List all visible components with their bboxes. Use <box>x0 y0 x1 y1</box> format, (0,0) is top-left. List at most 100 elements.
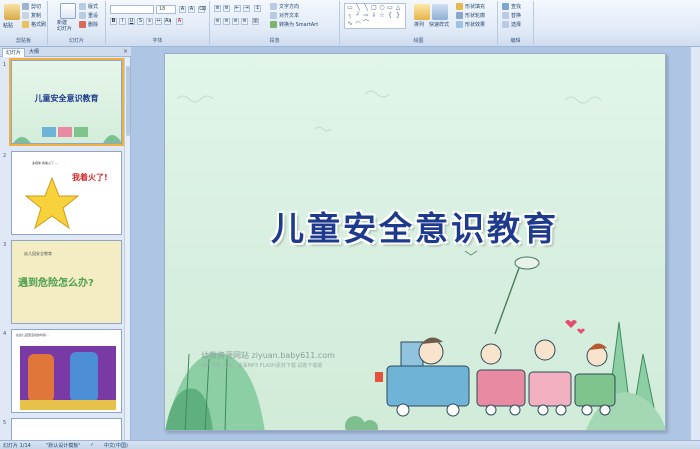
tab-outline[interactable]: 大纲 <box>26 48 42 57</box>
thumb-number: 3 <box>3 242 7 248</box>
binoculars-icon <box>502 3 509 10</box>
new-slide-button[interactable]: 新建 幻灯片 <box>57 20 72 32</box>
line-shape-icon[interactable]: ╲ <box>354 4 362 11</box>
star-illustration <box>24 176 80 230</box>
rect3-shape-icon[interactable]: ▭ <box>386 4 394 11</box>
status-bar: 幻灯片 1/14 "默认设计模板" ✓ 中文(中国) <box>0 440 700 449</box>
callout-shape-icon[interactable]: ◠ <box>354 20 362 27</box>
replace-button[interactable]: 替换 <box>502 12 521 19</box>
clipboard-label: 剪贴板 <box>15 38 31 44</box>
pane-scrollbar[interactable] <box>124 58 130 440</box>
line-spacing-button[interactable]: ↕ <box>254 5 261 12</box>
quick-styles-icon[interactable] <box>432 4 448 20</box>
thumb-small-text: 多媒体·我着火了·... <box>32 161 58 165</box>
shadow-button[interactable]: s <box>146 18 153 25</box>
rect2-shape-icon[interactable]: □ <box>370 4 378 11</box>
shrink-font-button[interactable]: A <box>188 6 195 13</box>
triangle-shape-icon[interactable]: △ <box>394 4 402 11</box>
fill-icon <box>456 3 463 10</box>
copy-button[interactable]: 复制 <box>22 12 41 19</box>
replace-icon <box>502 12 509 19</box>
italic-button[interactable]: I <box>119 18 126 25</box>
elbow-shape-icon[interactable]: ┐ <box>346 12 354 19</box>
arrange-button[interactable]: 排列 <box>414 21 424 28</box>
language-indicator[interactable]: 中文(中国) <box>104 442 128 449</box>
align-center-button[interactable]: ≡ <box>223 18 230 25</box>
slide-thumbnail-3[interactable]: 幼儿园安全教育 遇到危险怎么办? <box>11 240 122 324</box>
shapes-gallery[interactable]: ▭ ╲ ╲ □ ○ ▭ △ ┐ ┘ ⇨ ⇩ ☆ { } ∿ ◠ ⌒ <box>344 3 406 29</box>
delete-button[interactable]: 删除 <box>79 21 98 28</box>
curve-shape-icon[interactable]: ∿ <box>346 20 354 27</box>
grow-font-button[interactable]: A <box>179 6 186 13</box>
thumb-number: 2 <box>3 153 7 159</box>
underline-button[interactable]: U <box>128 18 135 25</box>
align-right-button[interactable]: ≡ <box>232 18 239 25</box>
bold-button[interactable]: B <box>110 18 117 25</box>
new-slide-icon[interactable] <box>60 3 76 19</box>
slide-thumbnail-5[interactable] <box>11 418 122 440</box>
bullets-button[interactable]: ≡ <box>214 5 221 12</box>
case-button[interactable]: Aa <box>164 18 171 25</box>
vertical-scrollbar[interactable] <box>690 47 700 440</box>
decrease-indent-button[interactable]: ⇤ <box>234 5 241 12</box>
elbow2-shape-icon[interactable]: ┘ <box>354 12 362 19</box>
thumb-illustration <box>20 346 116 410</box>
theme-name[interactable]: "默认设计模板" <box>46 442 81 449</box>
spell-check-icon[interactable]: ✓ <box>90 442 94 448</box>
spacing-button[interactable]: ↔ <box>155 18 162 25</box>
paste-icon[interactable] <box>4 4 20 20</box>
clear-format-button[interactable]: ⌫ <box>198 6 206 13</box>
close-icon[interactable]: × <box>123 48 128 55</box>
format-painter-button[interactable]: 格式刷 <box>22 21 46 28</box>
slide-thumbnail-4[interactable]: 在幼儿园里活动的时候... <box>11 329 122 413</box>
thumb-number: 4 <box>3 331 7 337</box>
rect-shape-icon[interactable]: ▭ <box>346 4 354 11</box>
pane-tabs: 幻灯片 大纲 × <box>0 47 131 57</box>
font-color-button[interactable]: A <box>176 18 183 25</box>
pane-scroll-thumb[interactable] <box>126 66 130 136</box>
arrange-icon[interactable] <box>414 4 430 20</box>
columns-button[interactable]: ▥ <box>252 18 259 25</box>
slide-canvas[interactable]: 儿童安全意识教育 幼教资源网站 ziyuan.baby611.com 课件下载 … <box>164 53 666 431</box>
find-button[interactable]: 查找 <box>502 3 521 10</box>
font-label: 字体 <box>152 38 163 44</box>
shape-effects-button[interactable]: 形状效果 <box>456 21 485 28</box>
layout-icon <box>79 3 86 10</box>
star-shape-icon[interactable]: ☆ <box>378 12 386 19</box>
brush-icon <box>22 21 29 28</box>
shape-outline-button[interactable]: 形状轮廓 <box>456 12 485 19</box>
slide-title[interactable]: 儿童安全意识教育 <box>165 202 665 250</box>
select-button[interactable]: 选择 <box>502 21 521 28</box>
slide-position: 幻灯片 1/14 <box>3 443 31 449</box>
arrow-right-shape-icon[interactable]: ⇨ <box>362 12 370 19</box>
quick-styles-button[interactable]: 快速样式 <box>429 21 449 28</box>
strike-button[interactable]: S <box>137 18 144 25</box>
line2-shape-icon[interactable]: ╲ <box>362 4 370 11</box>
smartart-button[interactable]: 转换为 SmartArt <box>270 21 318 28</box>
increase-indent-button[interactable]: ⇥ <box>243 5 250 12</box>
cut-button[interactable]: 剪切 <box>22 3 41 10</box>
thumb-train-illustration <box>13 127 121 143</box>
thumb-title: 儿童安全意识教育 <box>34 93 99 103</box>
align-text-button[interactable]: 对齐文本 <box>270 12 299 19</box>
arrow-down-shape-icon[interactable]: ⇩ <box>370 12 378 19</box>
brace-shape-icon[interactable]: { <box>386 12 394 19</box>
reset-button[interactable]: 重设 <box>79 12 98 19</box>
paste-button[interactable]: 粘贴 <box>3 22 13 29</box>
slide-thumbnail-2[interactable]: 多媒体·我着火了·... 我着火了! <box>11 151 122 235</box>
text-direction-button[interactable]: 文字方向 <box>270 3 299 10</box>
justify-button[interactable]: ≡ <box>241 18 248 25</box>
oval-shape-icon[interactable]: ○ <box>378 4 386 11</box>
slide-thumbnail-1[interactable]: 儿童安全意识教育 <box>9 58 124 146</box>
arc-shape-icon[interactable]: ⌒ <box>362 20 370 27</box>
font-group: 18 A A ⌫ B I U S s ↔ Aa A 字体 <box>106 1 210 45</box>
font-name-field[interactable] <box>110 5 154 14</box>
numbering-button[interactable]: ≡ <box>223 5 230 12</box>
font-size-field[interactable]: 18 <box>156 5 176 14</box>
align-left-button[interactable]: ≡ <box>214 18 221 25</box>
tab-slides[interactable]: 幻灯片 <box>2 48 26 57</box>
shape-fill-button[interactable]: 形状填充 <box>456 3 485 10</box>
thumb-small-text: 在幼儿园里活动的时候... <box>16 333 49 337</box>
layout-button[interactable]: 版式 <box>79 3 98 10</box>
brace2-shape-icon[interactable]: } <box>394 12 402 19</box>
